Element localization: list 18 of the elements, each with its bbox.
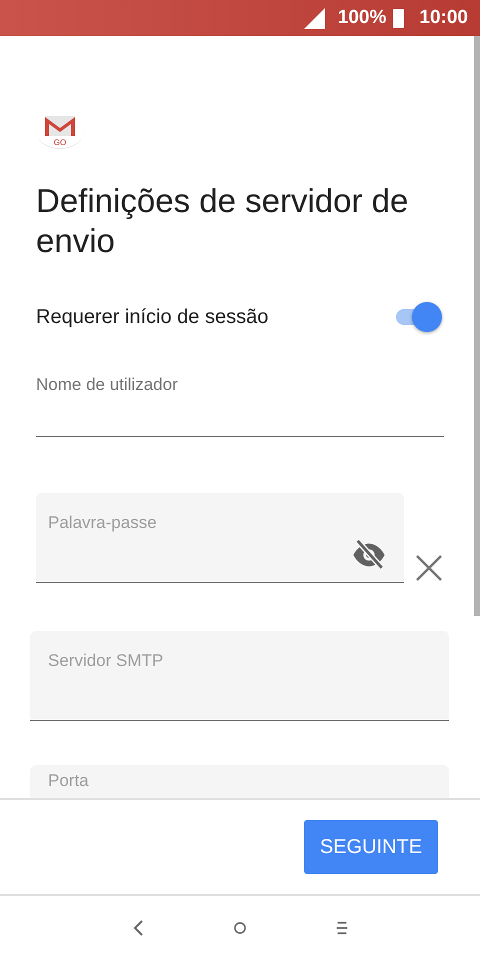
eye-off-icon[interactable] <box>352 538 386 572</box>
battery-level: 100% <box>338 7 386 29</box>
menu-icon[interactable] <box>335 919 349 937</box>
input-field[interactable]: Nome de utilizador <box>36 373 444 437</box>
input-field[interactable]: Porta <box>30 765 449 798</box>
signal-icon <box>304 8 325 28</box>
battery-icon <box>393 8 404 28</box>
input-field[interactable]: Servidor SMTP <box>30 631 449 721</box>
back-icon[interactable] <box>131 919 145 937</box>
password-field[interactable]: Palavra-passe <box>36 493 404 583</box>
clock: 10:00 <box>419 7 468 29</box>
app-logo: GO <box>36 114 84 149</box>
next-button[interactable]: SEGUINTE <box>304 820 438 874</box>
page-title: Definições de servidor de envio <box>36 181 410 261</box>
close-icon[interactable] <box>416 555 442 581</box>
toggle-switch[interactable] <box>394 302 440 332</box>
home-icon[interactable] <box>233 919 247 937</box>
toggle-label: Requerer início de sessão <box>36 306 268 328</box>
